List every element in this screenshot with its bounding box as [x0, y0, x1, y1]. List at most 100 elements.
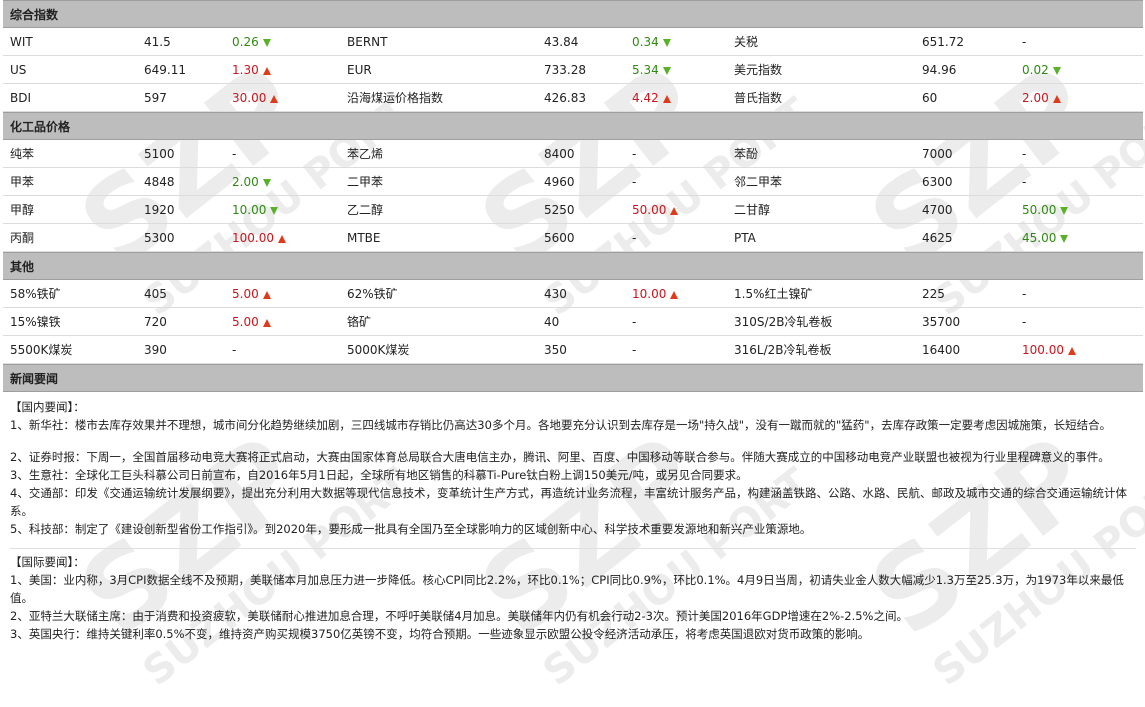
- item-change: 1.30: [232, 63, 259, 77]
- item-value: 5600: [544, 231, 575, 245]
- arrow-up-icon: [262, 318, 271, 327]
- item-name: 甲苯: [10, 175, 35, 189]
- news-item: 3、生意社：全球化工巨头科慕公司日前宣布，自2016年5月1日起，全球所有地区销…: [10, 468, 748, 482]
- item-change: -: [632, 175, 637, 189]
- arrow-up-icon: [278, 234, 286, 243]
- item-value: 430: [544, 287, 567, 301]
- arrow-down-icon: [262, 178, 271, 187]
- chemicals-table: 纯苯 5100 - 苯乙烯 8400 - 苯酚 7000 - 甲苯 4848 2.00 二甲苯 4960 -…: [3, 140, 1143, 252]
- item-name: 二甲苯: [347, 175, 384, 189]
- item-change: -: [1022, 175, 1027, 189]
- arrow-down-icon: [270, 206, 279, 215]
- item-value: 8400: [544, 147, 575, 161]
- item-change-cell: 5.34: [632, 56, 734, 83]
- item-name: MTBE: [347, 231, 381, 245]
- item-change-cell: -: [232, 140, 347, 167]
- market-row: 丙酮 5300 100.00 MTBE 5600 - PTA 4625 45.00: [3, 224, 1143, 252]
- item-change-cell: 0.02: [1022, 56, 1142, 83]
- item-name: 5000K煤炭: [347, 343, 410, 357]
- item-change-cell: 100.00: [232, 224, 347, 251]
- item-name: 310S/2B冷轧卷板: [734, 315, 833, 329]
- item-change-cell: -: [1022, 308, 1142, 335]
- item-change: -: [632, 315, 637, 329]
- news-item: 1、新华社：楼市去库存效果并不理想，城市间分化趋势继续加剧，三四线城市存销比仍高…: [10, 418, 1112, 432]
- item-change-cell: 2.00: [232, 168, 347, 195]
- item-value: 35700: [922, 315, 961, 329]
- arrow-up-icon: [1068, 346, 1076, 355]
- item-value: 4960: [544, 175, 575, 189]
- item-change-cell: -: [1022, 280, 1142, 307]
- item-name: 铬矿: [347, 315, 372, 329]
- item-value: 5250: [544, 203, 575, 217]
- item-value: 40: [544, 315, 560, 329]
- item-change: 5.00: [232, 287, 259, 301]
- item-change-cell: 100.00: [1022, 336, 1142, 363]
- item-value: 94.96: [922, 63, 957, 77]
- item-name: 关税: [734, 35, 759, 49]
- item-change: 30.00: [232, 91, 267, 105]
- item-value: 7000: [922, 147, 953, 161]
- market-row: 甲苯 4848 2.00 二甲苯 4960 - 邻二甲苯 6300 -: [3, 168, 1143, 196]
- item-change-cell: 10.00: [232, 196, 347, 223]
- item-change: -: [1022, 147, 1027, 161]
- news-item: 5、科技部：制定了《建设创新型省份工作指引》。到2020年，要形成一批具有全国乃…: [10, 522, 812, 536]
- item-name: 二甘醇: [734, 203, 771, 217]
- item-change-cell: 0.26: [232, 28, 347, 55]
- item-change: 50.00: [632, 203, 667, 217]
- item-change: 45.00: [1022, 231, 1057, 245]
- item-change-cell: -: [1022, 28, 1142, 55]
- item-value: 5300: [144, 231, 175, 245]
- item-value: 649.11: [144, 63, 186, 77]
- market-panel: 综合指数 WIT 41.5 0.26 BERNT 43.84 0.34 关税 651.72 - U…: [3, 0, 1143, 643]
- item-change-cell: -: [232, 336, 347, 363]
- item-value: 720: [144, 315, 167, 329]
- section-header-others: 其他: [3, 252, 1143, 280]
- item-value: 5100: [144, 147, 175, 161]
- item-value: 4848: [144, 175, 175, 189]
- item-change-cell: 5.00: [232, 280, 347, 307]
- item-name: 5500K煤炭: [10, 343, 73, 357]
- item-change: -: [1022, 315, 1027, 329]
- item-change-cell: 1.30: [232, 56, 347, 83]
- item-name: 普氏指数: [734, 91, 783, 105]
- item-change-cell: -: [632, 140, 734, 167]
- news-body: 【国内要闻】： 1、新华社：楼市去库存效果并不理想，城市间分化趋势继续加剧，三四…: [3, 392, 1143, 643]
- item-value: 43.84: [544, 35, 579, 49]
- market-row: WIT 41.5 0.26 BERNT 43.84 0.34 关税 651.72 -: [3, 28, 1143, 56]
- arrow-up-icon: [262, 66, 271, 75]
- item-change: 10.00: [232, 203, 267, 217]
- item-change-cell: 10.00: [632, 280, 734, 307]
- item-name: WIT: [10, 35, 33, 49]
- item-value: 4700: [922, 203, 953, 217]
- item-name: EUR: [347, 63, 372, 77]
- item-value: 41.5: [144, 35, 171, 49]
- item-change: 5.34: [632, 63, 659, 77]
- domestic-news-label: 【国内要闻】：: [10, 400, 85, 414]
- section-header-composite: 综合指数: [3, 0, 1143, 28]
- item-value: 597: [144, 91, 167, 105]
- item-change-cell: -: [632, 336, 734, 363]
- item-name: 58%铁矿: [10, 287, 61, 301]
- item-value: 651.72: [922, 35, 964, 49]
- item-name: 15%镍铁: [10, 315, 61, 329]
- item-change: -: [1022, 35, 1027, 49]
- item-change: -: [232, 147, 237, 161]
- item-name: 苯乙烯: [347, 147, 384, 161]
- item-change: 0.26: [232, 35, 259, 49]
- item-value: 1920: [144, 203, 175, 217]
- item-change-cell: 50.00: [1022, 196, 1142, 223]
- item-change: -: [1022, 287, 1027, 301]
- item-name: 甲醇: [10, 203, 35, 217]
- market-row: 纯苯 5100 - 苯乙烯 8400 - 苯酚 7000 -: [3, 140, 1143, 168]
- item-name: 沿海煤运价格指数: [347, 91, 444, 105]
- market-row: BDI 597 30.00 沿海煤运价格指数 426.83 4.42 普氏指数 60 2.00: [3, 84, 1143, 112]
- item-change-cell: -: [1022, 168, 1142, 195]
- item-name: US: [10, 63, 27, 77]
- item-value: 4625: [922, 231, 953, 245]
- arrow-down-icon: [1052, 66, 1061, 75]
- item-change-cell: 45.00: [1022, 224, 1142, 251]
- section-header-chemicals: 化工品价格: [3, 112, 1143, 140]
- item-name: 1.5%红土镍矿: [734, 287, 813, 301]
- item-change: 100.00: [232, 231, 274, 245]
- market-row: US 649.11 1.30 EUR 733.28 5.34 美元指数 94.96 0.02: [3, 56, 1143, 84]
